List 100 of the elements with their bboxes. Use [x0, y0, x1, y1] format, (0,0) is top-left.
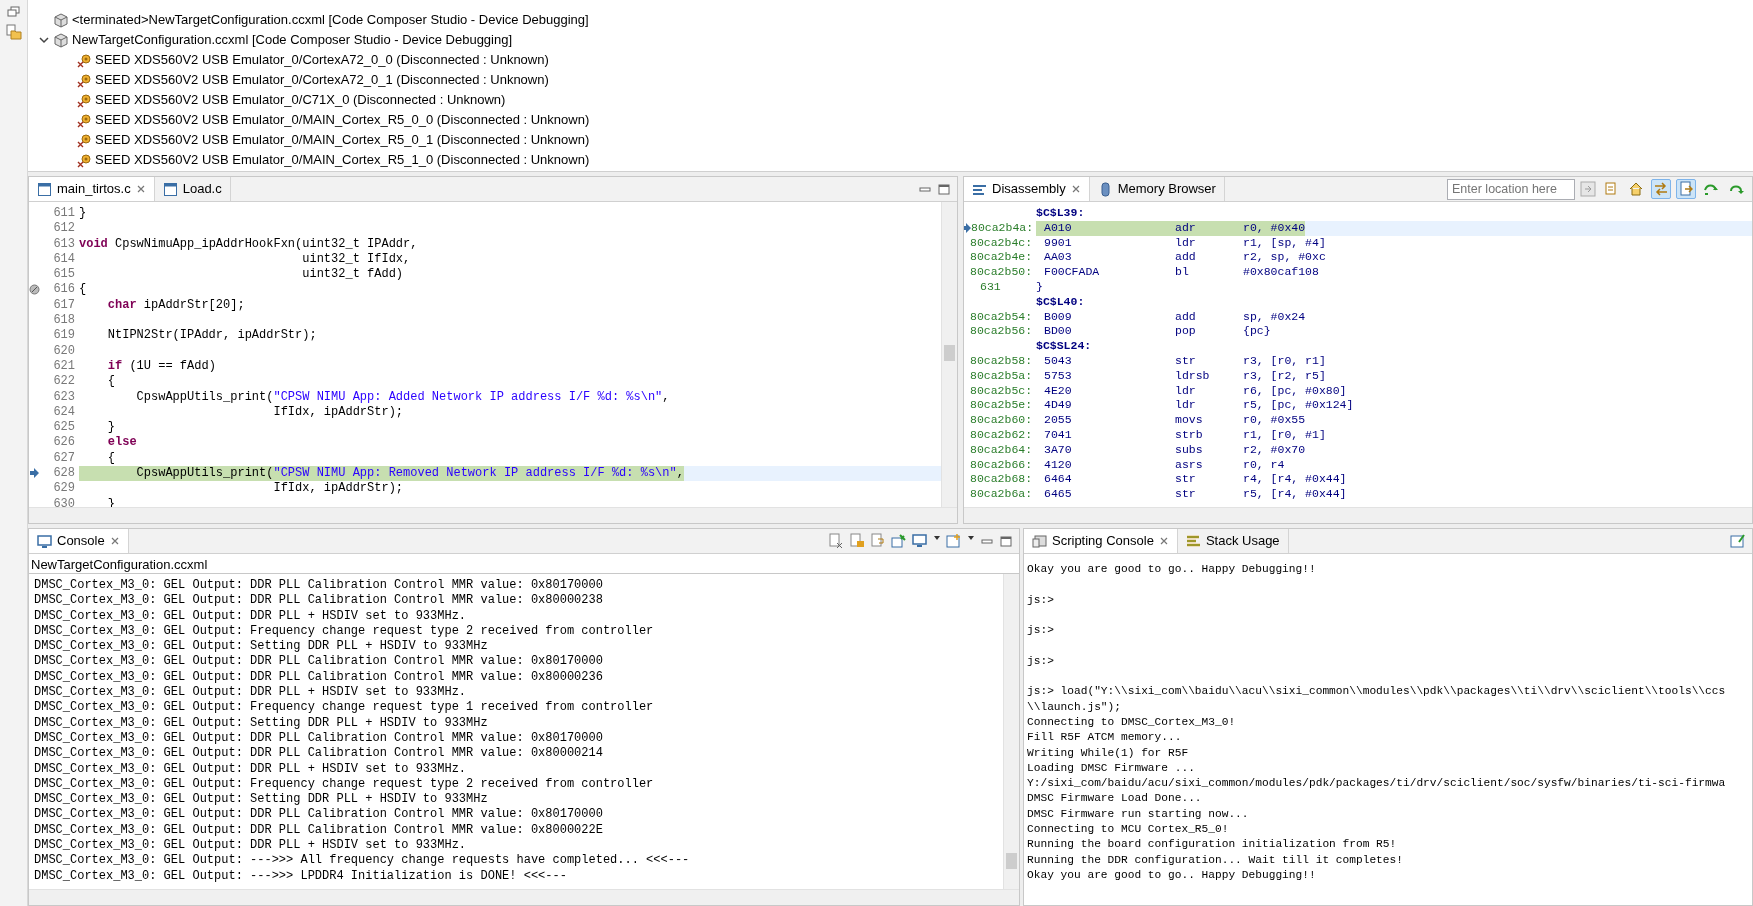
- script-console-icon: [1032, 533, 1047, 549]
- address: 80ca2b68:: [970, 472, 1033, 488]
- maximize-icon[interactable]: [999, 535, 1013, 547]
- view-tab[interactable]: Console: [29, 529, 129, 553]
- view-tab[interactable]: Stack Usage: [1177, 529, 1289, 553]
- scrollbar-thumb[interactable]: [1006, 853, 1017, 869]
- address: 80ca2b4c:: [970, 235, 1033, 251]
- close-icon[interactable]: [109, 536, 120, 546]
- console-line: js:>: [1026, 623, 1055, 639]
- code-line: uint32_t fAdd): [301, 267, 404, 283]
- opcode: B009: [1043, 309, 1073, 325]
- operands: r1, [r0, #1]: [1243, 427, 1326, 443]
- operands: r1, [sp, #4]: [1243, 235, 1326, 251]
- opcode: 4D49: [1043, 398, 1073, 414]
- address: 80ca2b54:: [970, 309, 1033, 325]
- mnemonic: add: [1175, 250, 1197, 266]
- mnemonic: ldr: [1175, 235, 1197, 251]
- view-tab[interactable]: Memory Browser: [1089, 177, 1225, 201]
- mnemonic: ldrsb: [1175, 368, 1211, 384]
- restore-icon[interactable]: [6, 6, 21, 18]
- code-line: void CpswNimuApp_ipAddrHookFxn(uint32_t IPAddr,: [79, 236, 418, 252]
- display-console-icon[interactable]: [912, 533, 928, 549]
- operands: r0, #0x55: [1243, 413, 1306, 428]
- console-line: js:>: [1026, 592, 1055, 608]
- console-line: DMSC_Cortex_M3_0: GEL Output: DDR PLL Calibration Control MMR value: 0x80170000: [33, 654, 604, 670]
- tree-item[interactable]: <terminated>NewTargetConfiguration.ccxml [Code Composer Studio - Device Debugging]: [72, 10, 589, 30]
- console-line: Okay you are good to go.. Happy Debugging!!: [1026, 562, 1317, 577]
- opcode: 5753: [1043, 368, 1073, 384]
- console-line: DMSC_Cortex_M3_0: GEL Output: --->>> LPDDR4 Initialization is DONE! <<<---: [33, 868, 568, 884]
- folder-icon[interactable]: [5, 24, 22, 40]
- address: 80ca2b5c:: [970, 383, 1033, 399]
- pin-icon[interactable]: [891, 533, 907, 549]
- view-tab[interactable]: main_tirtos.c: [29, 177, 155, 201]
- page-arrow-button[interactable]: [1676, 179, 1696, 199]
- code-line: CpswAppUtils_print("CPSW NIMU App: Added Network IP address I/F %d: %s\n",: [135, 389, 670, 405]
- line-number: 619: [52, 328, 75, 344]
- tree-item[interactable]: NewTargetConfiguration.ccxml [Code Composer Studio - Device Debugging]: [72, 30, 513, 50]
- close-icon[interactable]: [135, 184, 146, 194]
- code-line: {: [79, 282, 87, 298]
- operands: r5, [pc, #0x124]: [1243, 398, 1354, 414]
- console-line: DMSC_Cortex_M3_0: GEL Output: Frequency change request type 1 received from controller: [33, 700, 655, 716]
- link-arrows-button[interactable]: [1651, 179, 1671, 199]
- opcode: 3A70: [1043, 442, 1073, 458]
- line-number: 612: [52, 221, 75, 237]
- address: 80ca2b4a:: [971, 220, 1034, 236]
- line-number: 625: [52, 420, 75, 436]
- console-line: Writing While(1) for R5F: [1026, 745, 1190, 761]
- clear-console-icon[interactable]: [828, 533, 844, 549]
- tree-item[interactable]: SEED XDS560V2 USB Emulator_0/MAIN_Cortex_R5_0_0 (Disconnected : Unknown): [95, 110, 590, 130]
- operands: r5, [r4, #0x44]: [1243, 487, 1347, 502]
- code-line: {: [106, 450, 115, 467]
- line-number: 626: [52, 435, 75, 451]
- console-line: DMSC_Cortex_M3_0: GEL Output: DDR PLL Calibration Control MMR value: 0x80000236: [33, 669, 604, 686]
- console-title: NewTargetConfiguration.ccxml: [29, 554, 1019, 574]
- code-label: $C$SL24:: [1036, 339, 1093, 354]
- new-console-icon[interactable]: [1730, 533, 1746, 549]
- console-line: js:> load("Y:\\sixi_com\\baidu\\acu\\sixi_common\\modules\\pdk\\packages\\ti\\drv\\sciclient\\tools\\ccs: [1026, 684, 1727, 700]
- word-wrap-icon[interactable]: [870, 533, 886, 549]
- go-icon[interactable]: [1580, 181, 1596, 197]
- line-number: 613: [52, 236, 75, 252]
- mnemonic: subs: [1175, 442, 1204, 458]
- view-tab[interactable]: Scripting Console: [1024, 529, 1178, 553]
- address: 80ca2b50:: [970, 265, 1033, 280]
- horizontal-scrollbar[interactable]: [29, 507, 957, 523]
- vertical-scrollbar[interactable]: [1003, 574, 1019, 889]
- view-tab[interactable]: Load.c: [154, 177, 231, 201]
- console-line: DMSC Firmware run starting now...: [1026, 806, 1250, 822]
- opcode: 4E20: [1043, 383, 1073, 399]
- tree-item[interactable]: SEED XDS560V2 USB Emulator_0/MAIN_Cortex_R5_0_1 (Disconnected : Unknown): [95, 130, 590, 150]
- console-line: DMSC_Cortex_M3_0: GEL Output: DDR PLL Calibration Control MMR value: 0x80170000: [33, 578, 604, 594]
- new-console-icon[interactable]: [946, 533, 962, 549]
- tree-item[interactable]: SEED XDS560V2 USB Emulator_0/CortexA72_0_1 (Disconnected : Unknown): [95, 70, 549, 90]
- opcode: 2055: [1043, 413, 1073, 428]
- mnemonic: str: [1175, 472, 1197, 488]
- console-line: DMSC_Cortex_M3_0: GEL Output: Setting DDR PLL + HSDIV to 933MHz: [33, 639, 489, 655]
- view-tab[interactable]: Disassembly: [964, 177, 1090, 201]
- vertical-scrollbar[interactable]: [941, 202, 957, 507]
- tree-item[interactable]: SEED XDS560V2 USB Emulator_0/C71X_0 (Disconnected : Unknown): [95, 90, 506, 110]
- collapse-caret-icon[interactable]: [38, 34, 50, 46]
- cpu-core-icon: [76, 92, 91, 108]
- scroll-lock-icon[interactable]: [849, 533, 865, 549]
- console-line: DMSC_Cortex_M3_0: GEL Output: DDR PLL Calibration Control MMR value: 0x80170000: [33, 730, 604, 747]
- close-icon[interactable]: [1070, 184, 1081, 194]
- horizontal-scrollbar[interactable]: [29, 889, 1019, 905]
- location-field[interactable]: Enter location here: [1447, 178, 1575, 200]
- scrollbar-thumb[interactable]: [944, 345, 955, 361]
- tree-item[interactable]: SEED XDS560V2 USB Emulator_0/MAIN_Cortex_R5_1_0 (Disconnected : Unknown): [95, 150, 590, 170]
- maximize-icon[interactable]: [937, 183, 951, 195]
- cpu-core-icon: [76, 132, 91, 148]
- console-line: Loading DMSC Firmware ...: [1026, 760, 1196, 776]
- close-icon[interactable]: [1158, 536, 1169, 546]
- address: 80ca2b64:: [970, 442, 1033, 458]
- line-number: 624: [52, 404, 75, 421]
- operands: r0, #0x40: [1243, 220, 1306, 236]
- horizontal-scrollbar[interactable]: [964, 507, 1752, 523]
- line-number: 630: [52, 496, 75, 512]
- tree-item[interactable]: SEED XDS560V2 USB Emulator_0/CortexA72_0_0 (Disconnected : Unknown): [95, 50, 549, 70]
- code-line: else: [106, 435, 137, 451]
- console-line: Running the board configuration initialization from R5!: [1026, 837, 1398, 853]
- file-icon: [37, 181, 52, 197]
